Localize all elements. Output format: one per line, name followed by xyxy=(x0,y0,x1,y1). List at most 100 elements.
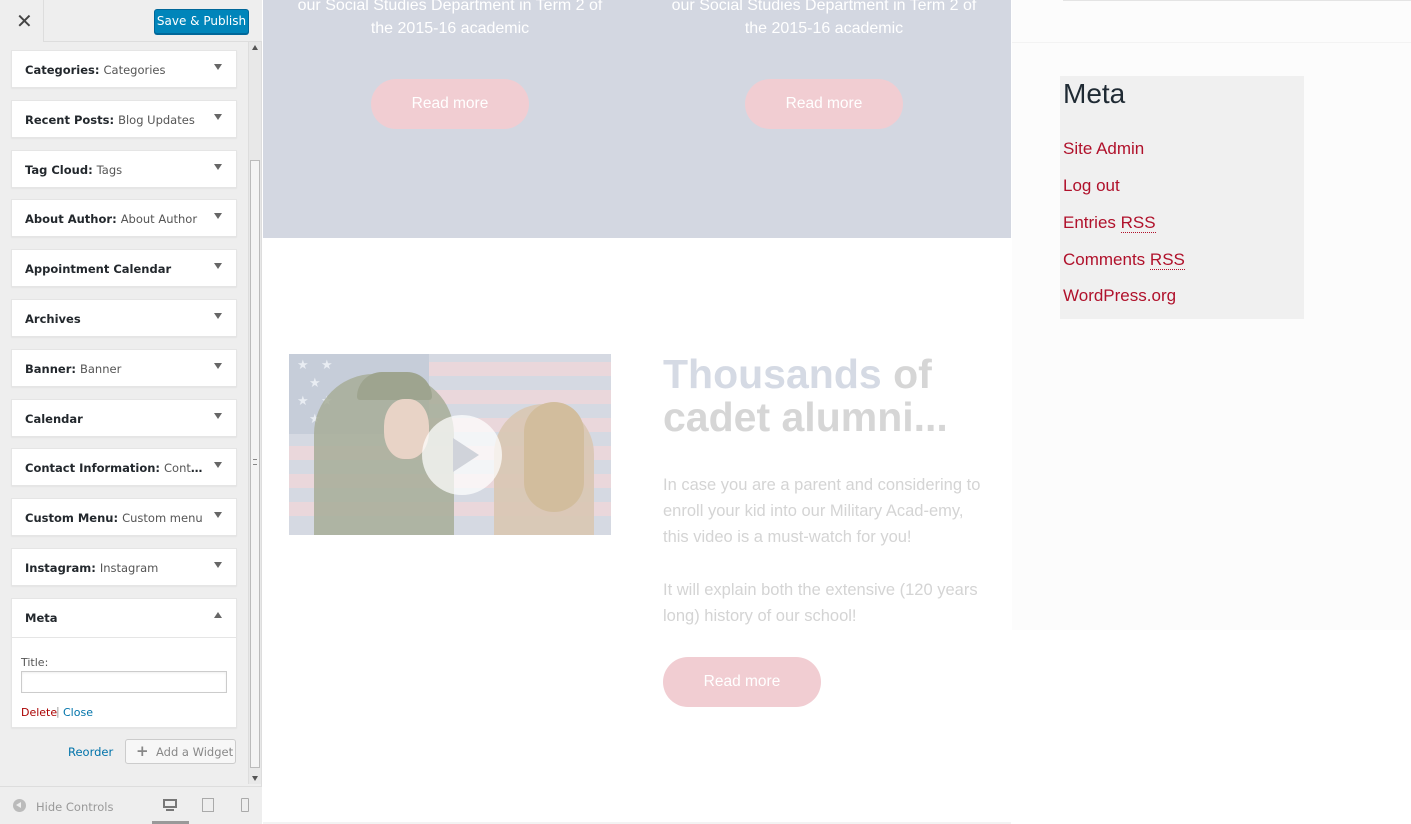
widget-instagram[interactable]: Instagram: Instagram xyxy=(11,547,237,586)
expand-arrow-icon[interactable] xyxy=(214,412,222,419)
read-more-button[interactable]: Read more xyxy=(663,657,821,707)
expand-arrow-icon[interactable] xyxy=(214,312,222,319)
widget-title-separator: : xyxy=(71,361,80,376)
desktop-icon[interactable] xyxy=(161,797,179,813)
desktop-screen xyxy=(163,799,177,808)
widget-name: Tag Cloud xyxy=(25,162,89,177)
tablet-icon[interactable] xyxy=(199,797,217,813)
widget-title: Instagram: Instagram xyxy=(25,561,207,575)
expand-arrow-icon[interactable] xyxy=(214,163,222,170)
expand-arrow-icon[interactable] xyxy=(214,362,222,369)
widget-subtitle: Blog Updates xyxy=(118,112,195,127)
rss-abbr: RSS xyxy=(1149,250,1185,270)
close-widget-link[interactable]: Close xyxy=(63,706,93,719)
widget-name: Categories xyxy=(25,63,95,77)
expand-arrow-icon[interactable] xyxy=(214,113,222,120)
widget-tag-cloud[interactable]: Tag Cloud: Tags xyxy=(11,149,237,188)
expand-arrow-icon[interactable] xyxy=(214,263,222,270)
star-icon: ★ xyxy=(309,376,321,391)
promo-heading-highlight: Thousands xyxy=(663,351,882,397)
widget-list: Categories: Categories Recent Posts: Blo… xyxy=(11,50,237,740)
play-icon[interactable] xyxy=(422,415,502,495)
widget-archives[interactable]: Archives xyxy=(11,298,237,337)
scroll-up-arrow-icon[interactable] xyxy=(252,45,258,50)
log-out-link[interactable]: Log out xyxy=(1063,176,1120,196)
widget-name: Calendar xyxy=(25,411,83,426)
widget-name: Archives xyxy=(25,311,81,326)
widget-title: Calendar xyxy=(25,412,207,426)
divider xyxy=(1012,42,1411,43)
widget-meta[interactable]: Meta Title: Delete | Close xyxy=(11,597,237,728)
soldier-cap xyxy=(357,372,432,400)
save-publish-button[interactable]: Save & Publish xyxy=(154,9,249,34)
promo-paragraph: It will explain both the extensive (120 … xyxy=(663,581,978,625)
mobile-icon[interactable] xyxy=(236,797,254,813)
tablet-screen xyxy=(202,798,214,812)
widget-meta-form: Title: Delete | Close xyxy=(12,636,236,727)
link-separator: | xyxy=(56,704,60,718)
mobile-screen xyxy=(241,798,249,812)
comments-rss-link[interactable]: Comments RSS xyxy=(1063,250,1185,270)
widget-custom-menu[interactable]: Custom Menu: Custom menu xyxy=(11,498,237,537)
hide-controls-label: Hide Controls xyxy=(36,800,114,814)
widget-banner[interactable]: Banner: Banner xyxy=(11,348,237,387)
wordpress-org-link[interactable]: WordPress.org xyxy=(1063,286,1176,306)
widget-about-author[interactable]: About Author: About Author xyxy=(11,199,237,238)
read-more-button[interactable]: Read more xyxy=(371,79,529,129)
hero-section: our Social Studies Department in Term 2 … xyxy=(263,0,1011,238)
widget-subtitle: Contact Information xyxy=(164,461,207,476)
widget-title-separator: : xyxy=(91,560,100,575)
comments-label: Comments xyxy=(1063,250,1150,269)
widget-name: Custom Menu xyxy=(25,511,114,526)
widget-title: Categories: Categories xyxy=(25,63,207,77)
hero-excerpt: our Social Studies Department in Term 2 … xyxy=(671,0,977,37)
meta-title: Meta xyxy=(1063,78,1126,109)
expand-arrow-icon[interactable] xyxy=(214,213,222,220)
video-thumbnail[interactable]: ★ ★ ★ ★ ★ ★ xyxy=(289,354,611,535)
collapse-arrow-icon[interactable] xyxy=(214,611,222,618)
expand-arrow-icon[interactable] xyxy=(214,512,222,519)
widget-categories[interactable]: Categories: Categories xyxy=(11,50,237,88)
read-more-button[interactable]: Read more xyxy=(745,79,903,129)
entries-rss-link[interactable]: Entries RSS xyxy=(1063,213,1156,233)
delete-widget-link[interactable]: Delete xyxy=(21,706,57,719)
expand-arrow-icon[interactable] xyxy=(214,64,222,70)
widget-title-separator: : xyxy=(113,511,123,526)
site-admin-link[interactable]: Site Admin xyxy=(1063,139,1144,159)
expand-arrow-icon[interactable] xyxy=(214,462,222,469)
widget-calendar[interactable]: Calendar xyxy=(11,398,237,437)
close-customizer-button[interactable]: ✕ xyxy=(0,0,44,42)
widget-name: Banner xyxy=(25,361,72,376)
scrollbar-thumb[interactable] xyxy=(250,160,260,768)
plus-icon: + xyxy=(136,742,149,760)
add-widget-label: Add a Widget xyxy=(156,745,234,759)
widget-recent-posts[interactable]: Recent Posts: Blog Updates xyxy=(11,99,237,138)
widget-name: Appointment Calendar xyxy=(25,262,172,277)
expand-arrow-icon[interactable] xyxy=(214,561,222,568)
widget-title-separator: : xyxy=(155,461,165,476)
widget-subtitle: Tags xyxy=(96,162,123,177)
promo-heading: Thousands of cadet alumni... xyxy=(663,353,1023,439)
widget-title: Tag Cloud: Tags xyxy=(25,163,207,177)
divider xyxy=(1063,0,1411,1)
widget-title-separator: : xyxy=(94,63,104,77)
reorder-link[interactable]: Reorder xyxy=(68,745,113,759)
desktop-stand xyxy=(166,809,174,811)
widget-subtitle: Custom menu xyxy=(122,511,203,526)
widget-appointment-calendar[interactable]: Appointment Calendar xyxy=(11,249,237,288)
star-icon: ★ xyxy=(297,394,309,409)
widget-title: Meta xyxy=(25,610,58,625)
add-widget-button[interactable]: + Add a Widget xyxy=(125,739,236,764)
widget-title: Banner: Banner xyxy=(25,362,207,376)
sidebar-scrollbar[interactable] xyxy=(248,42,261,784)
customizer-footer: Hide Controls xyxy=(0,786,262,824)
widget-title-separator: : xyxy=(88,162,97,177)
widget-subtitle: Instagram xyxy=(99,560,159,575)
widget-title: About Author: About Author xyxy=(25,212,207,226)
grip-icon xyxy=(253,459,257,465)
widget-title: Archives xyxy=(25,312,207,326)
widget-contact-information[interactable]: Contact Information: Contact Information xyxy=(11,448,237,487)
scroll-down-arrow-icon[interactable] xyxy=(252,776,258,781)
title-field[interactable] xyxy=(21,670,227,693)
promo-paragraph: In case you are a parent and considering… xyxy=(663,476,981,546)
